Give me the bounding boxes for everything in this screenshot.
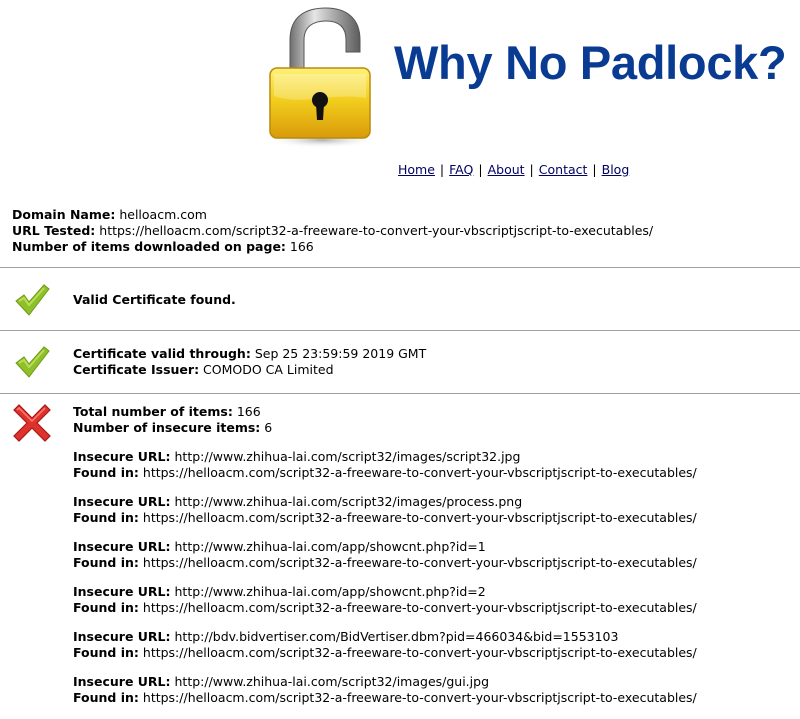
site-title: Why No Padlock?: [394, 36, 787, 89]
insecure-url-label: Insecure URL:: [73, 674, 171, 689]
total-items-value: 166: [236, 404, 261, 419]
found-in-value: https://helloacm.com/script32-a-freeware…: [142, 645, 697, 660]
check-icon: [15, 284, 50, 316]
cert-issuer-value: COMODO CA Limited: [203, 362, 334, 377]
url-value: https://helloacm.com/script32-a-freeware…: [99, 223, 654, 238]
divider: [0, 267, 800, 268]
insecure-item: Insecure URL: http://www.zhihua-lai.com/…: [73, 539, 800, 571]
found-in-label: Found in:: [73, 465, 139, 480]
divider: [0, 393, 800, 394]
domain-row: Domain Name: helloacm.com: [12, 207, 800, 223]
cross-icon: [13, 404, 51, 442]
found-in-label: Found in:: [73, 600, 139, 615]
cert-valid-label: Certificate valid through:: [73, 346, 251, 361]
nav-separator: |: [592, 162, 597, 177]
padlock-icon: [266, 7, 378, 148]
total-items-label: Total number of items:: [73, 404, 233, 419]
insecure-count-row: Number of insecure items: 6: [73, 420, 800, 436]
insecure-url-value: http://www.zhihua-lai.com/script32/image…: [174, 674, 490, 689]
insecure-items-section: Total number of items: 166 Number of ins…: [73, 404, 800, 719]
certificate-found-text: Valid Certificate found.: [73, 292, 236, 307]
found-in-value: https://helloacm.com/script32-a-freeware…: [142, 690, 697, 705]
certificate-found-section: Valid Certificate found.: [73, 292, 800, 308]
nav-faq-link[interactable]: FAQ: [449, 162, 473, 177]
insecure-url-value: http://www.zhihua-lai.com/script32/image…: [174, 494, 523, 509]
nav-home-link[interactable]: Home: [398, 162, 435, 177]
check-icon: [15, 346, 50, 378]
insecure-url-label: Insecure URL:: [73, 539, 171, 554]
insecure-item: Insecure URL: http://bdv.bidvertiser.com…: [73, 629, 800, 661]
items-label: Number of items downloaded on page:: [12, 239, 286, 254]
domain-value: helloacm.com: [119, 207, 207, 222]
found-in-value: https://helloacm.com/script32-a-freeware…: [142, 555, 697, 570]
domain-label: Domain Name:: [12, 207, 116, 222]
cert-valid-row: Certificate valid through: Sep 25 23:59:…: [73, 346, 800, 362]
found-in-value: https://helloacm.com/script32-a-freeware…: [142, 465, 697, 480]
insecure-count-label: Number of insecure items:: [73, 420, 261, 435]
insecure-url-label: Insecure URL:: [73, 629, 171, 644]
found-in-label: Found in:: [73, 510, 139, 525]
insecure-url-label: Insecure URL:: [73, 584, 171, 599]
test-summary: Domain Name: helloacm.com URL Tested: ht…: [12, 207, 800, 255]
insecure-item: Insecure URL: http://www.zhihua-lai.com/…: [73, 494, 800, 526]
insecure-count-value: 6: [264, 420, 273, 435]
insecure-url-value: http://www.zhihua-lai.com/app/showcnt.ph…: [174, 584, 486, 599]
nav-blog-link[interactable]: Blog: [602, 162, 630, 177]
insecure-item: Insecure URL: http://www.zhihua-lai.com/…: [73, 449, 800, 481]
divider: [0, 330, 800, 331]
cert-valid-value: Sep 25 23:59:59 2019 GMT: [254, 346, 427, 361]
insecure-url-value: http://www.zhihua-lai.com/app/showcnt.ph…: [174, 539, 486, 554]
found-in-label: Found in:: [73, 555, 139, 570]
insecure-url-label: Insecure URL:: [73, 494, 171, 509]
insecure-item: Insecure URL: http://www.zhihua-lai.com/…: [73, 674, 800, 706]
cert-issuer-label: Certificate Issuer:: [73, 362, 200, 377]
site-header: Why No Padlock?: [0, 0, 800, 160]
nav-about-link[interactable]: About: [488, 162, 525, 177]
found-in-value: https://helloacm.com/script32-a-freeware…: [142, 600, 697, 615]
top-nav: Home | FAQ | About | Contact | Blog: [398, 162, 629, 178]
found-in-label: Found in:: [73, 690, 139, 705]
total-items-row: Total number of items: 166: [73, 404, 800, 420]
certificate-details-section: Certificate valid through: Sep 25 23:59:…: [73, 346, 800, 378]
nav-separator: |: [478, 162, 483, 177]
found-in-label: Found in:: [73, 645, 139, 660]
items-row: Number of items downloaded on page: 166: [12, 239, 800, 255]
url-label: URL Tested:: [12, 223, 96, 238]
nav-separator: |: [439, 162, 445, 177]
found-in-value: https://helloacm.com/script32-a-freeware…: [142, 510, 697, 525]
cert-issuer-row: Certificate Issuer: COMODO CA Limited: [73, 362, 800, 378]
items-value: 166: [289, 239, 314, 254]
url-row: URL Tested: https://helloacm.com/script3…: [12, 223, 800, 239]
nav-contact-link[interactable]: Contact: [539, 162, 588, 177]
insecure-url-label: Insecure URL:: [73, 449, 171, 464]
insecure-url-value: http://www.zhihua-lai.com/script32/image…: [174, 449, 521, 464]
nav-separator: |: [529, 162, 534, 177]
insecure-item: Insecure URL: http://www.zhihua-lai.com/…: [73, 584, 800, 616]
insecure-url-value: http://bdv.bidvertiser.com/BidVertiser.d…: [174, 629, 619, 644]
